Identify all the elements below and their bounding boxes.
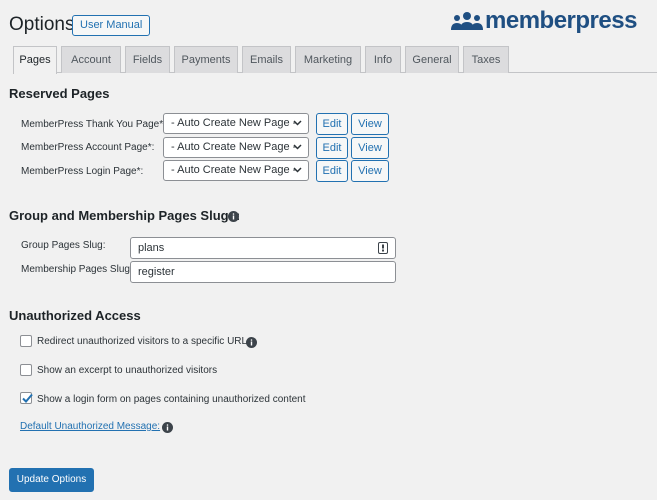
tab-marketing[interactable]: Marketing <box>295 46 361 73</box>
login-page-select[interactable]: - Auto Create New Page - <box>163 160 309 181</box>
tab-pages[interactable]: Pages <box>13 46 57 74</box>
user-manual-button[interactable]: User Manual <box>72 15 151 36</box>
chevron-down-icon <box>293 120 302 126</box>
logo-word-member: member <box>485 7 576 34</box>
default-unauthorized-message-link[interactable]: Default Unauthorized Message: <box>20 421 160 432</box>
account-page-select[interactable]: - Auto Create New Page - <box>163 137 309 158</box>
login-form-checkbox[interactable] <box>20 392 33 404</box>
tab-account[interactable]: Account <box>61 46 121 73</box>
thank-you-view-button[interactable]: View <box>351 113 389 135</box>
chevron-down-icon <box>293 144 302 150</box>
tab-info[interactable]: Info <box>365 46 401 73</box>
tab-fields[interactable]: Fields <box>125 46 170 73</box>
tab-taxes[interactable]: Taxes <box>463 46 509 73</box>
login-form-label: Show a login form on pages containing un… <box>37 394 306 405</box>
group-slug-label: Group Pages Slug: <box>21 240 106 251</box>
account-view-button[interactable]: View <box>351 137 389 159</box>
thank-you-page-value: - Auto Create New Page - <box>171 117 297 129</box>
login-page-value: - Auto Create New Page - <box>171 164 297 176</box>
redirect-checkbox[interactable] <box>20 335 32 347</box>
tab-general[interactable]: General <box>405 46 459 73</box>
thank-you-page-label: MemberPress Thank You Page*: <box>21 119 166 130</box>
reserved-pages-heading: Reserved Pages <box>9 86 110 101</box>
membership-slug-value: register <box>138 266 175 278</box>
info-icon[interactable] <box>246 337 257 348</box>
account-page-value: - Auto Create New Page - <box>171 141 297 153</box>
group-slug-value: plans <box>138 242 165 254</box>
group-slug-input[interactable]: plans <box>130 237 396 259</box>
redirect-label: Redirect unauthorized visitors to a spec… <box>37 336 248 347</box>
info-icon[interactable] <box>162 422 173 433</box>
unauthorized-access-heading: Unauthorized Access <box>9 308 141 323</box>
membership-slug-input[interactable]: register <box>130 261 396 283</box>
slugs-heading: Group and Membership Pages Slugs: <box>9 208 241 223</box>
membership-slug-label: Membership Pages Slug: <box>21 264 133 275</box>
thank-you-page-select[interactable]: - Auto Create New Page - <box>163 113 309 134</box>
password-manager-icon[interactable] <box>378 242 388 254</box>
logo-word-press: press <box>575 7 637 34</box>
tab-emails[interactable]: Emails <box>242 46 291 73</box>
checkmark-icon <box>22 393 33 403</box>
login-view-button[interactable]: View <box>351 160 389 182</box>
update-options-button[interactable]: Update Options <box>9 468 94 492</box>
thank-you-edit-button[interactable]: Edit <box>316 113 348 135</box>
account-page-label: MemberPress Account Page*: <box>21 142 155 153</box>
chevron-down-icon <box>293 167 302 173</box>
excerpt-checkbox[interactable] <box>20 364 32 376</box>
account-edit-button[interactable]: Edit <box>316 137 348 159</box>
login-page-label: MemberPress Login Page*: <box>21 166 144 177</box>
page-title: Options <box>9 14 75 35</box>
memberpress-logo: memberpress <box>451 7 637 35</box>
people-group-icon <box>451 12 483 30</box>
tab-payments[interactable]: Payments <box>174 46 238 73</box>
info-icon[interactable] <box>228 211 239 222</box>
login-edit-button[interactable]: Edit <box>316 160 348 182</box>
excerpt-label: Show an excerpt to unauthorized visitors <box>37 365 218 376</box>
options-tabs: Pages Account Fields Payments Emails Mar… <box>13 46 657 74</box>
